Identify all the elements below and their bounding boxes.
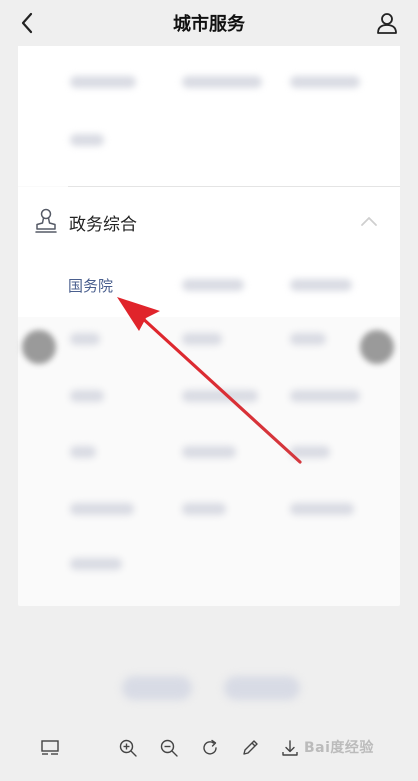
pencil-icon: [243, 740, 258, 755]
zoom-out-icon: [160, 739, 178, 757]
edit-button[interactable]: [239, 737, 261, 759]
rotate-button[interactable]: [199, 737, 221, 759]
chevron-up-icon[interactable]: [358, 210, 380, 232]
download-button[interactable]: [279, 737, 301, 759]
layout-icon: [41, 740, 59, 755]
stamp-icon: [35, 208, 57, 233]
zoom-out-button[interactable]: [158, 737, 180, 759]
zoom-in-icon: [119, 739, 137, 757]
blurred-button-left: [122, 676, 192, 700]
service-item-state-council[interactable]: 国务院: [68, 275, 113, 296]
download-icon: [282, 740, 298, 756]
user-button[interactable]: [372, 8, 402, 38]
right-edge-button: [360, 330, 394, 364]
user-icon: [377, 13, 397, 34]
left-edge-button: [22, 330, 56, 364]
blurred-section-top: [18, 46, 400, 186]
rotate-icon: [203, 739, 217, 755]
top-bar: 城市服务: [0, 0, 418, 46]
watermark: Bai度经验: [304, 740, 374, 756]
section-gov-services: [18, 187, 400, 317]
layout-button[interactable]: [39, 737, 61, 759]
section-title: 政务综合: [69, 215, 137, 235]
zoom-in-button[interactable]: [117, 737, 139, 759]
page-title: 城市服务: [173, 14, 245, 35]
blurred-button-right: [224, 676, 300, 700]
